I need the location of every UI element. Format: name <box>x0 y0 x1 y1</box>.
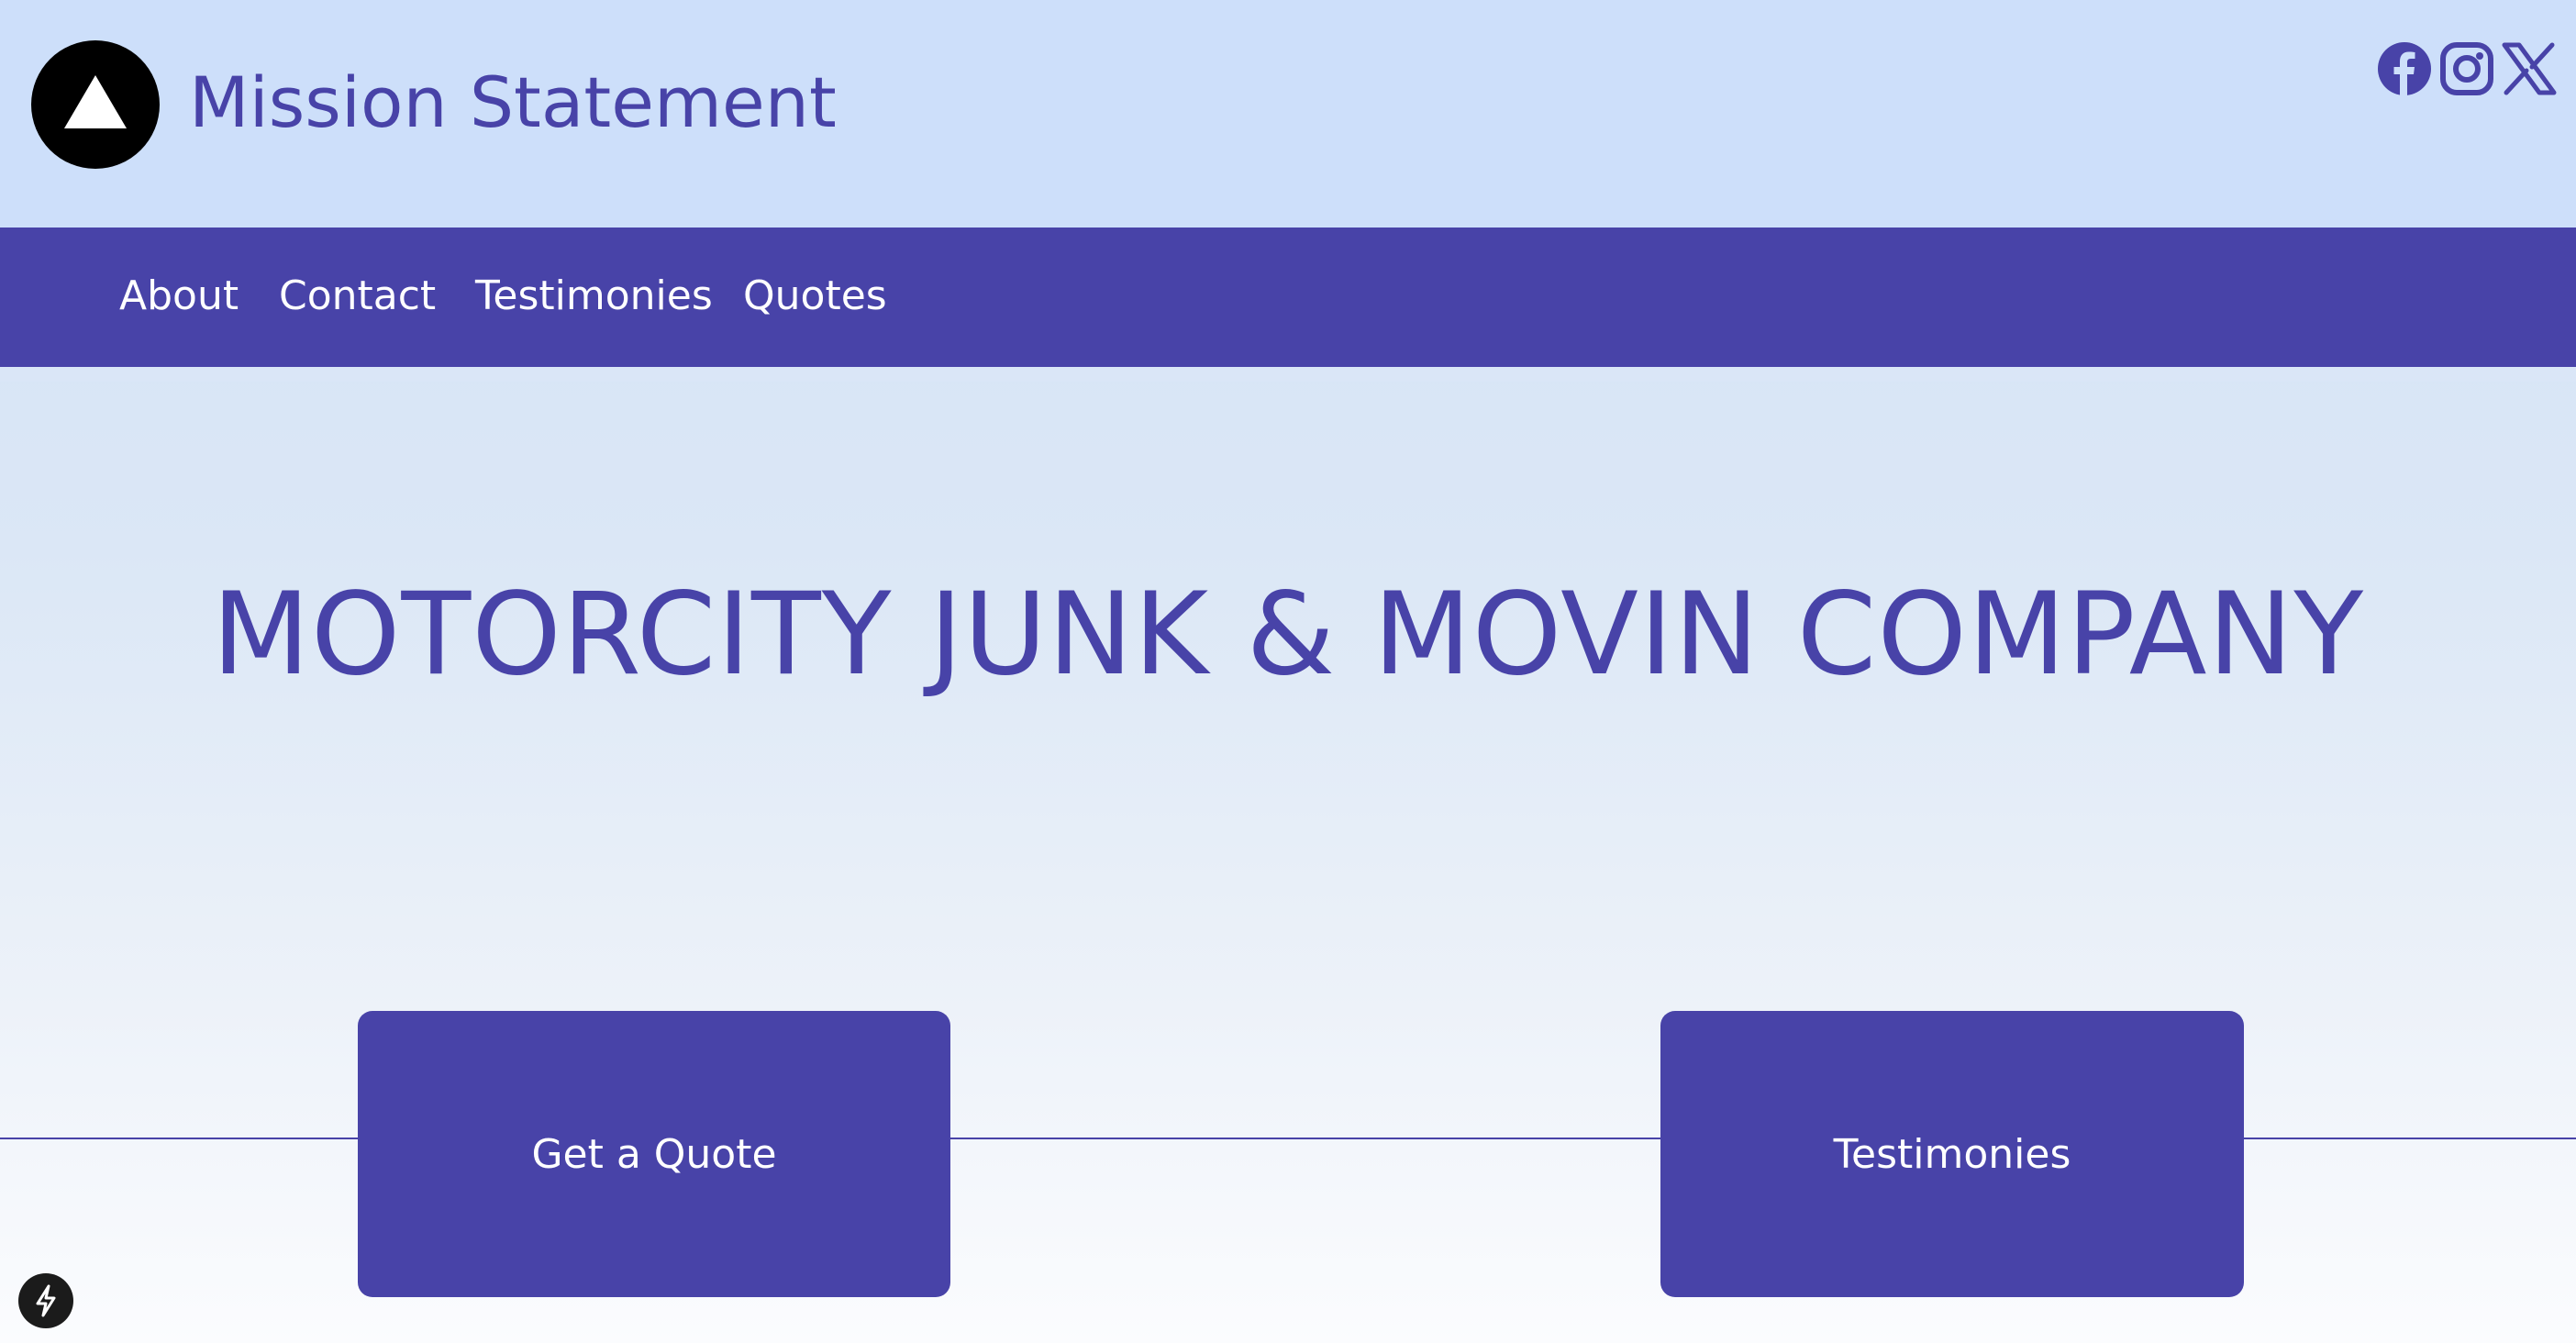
hero-title: MOTORCITY JUNK & MOVIN COMPANY <box>211 569 2365 701</box>
x-icon[interactable] <box>2501 40 2558 97</box>
triangle-logo-icon[interactable] <box>31 40 160 169</box>
facebook-icon[interactable] <box>2376 40 2433 97</box>
lightning-icon[interactable] <box>18 1273 73 1328</box>
get-quote-button[interactable]: Get a Quote <box>358 1011 950 1297</box>
site-header: Mission Statement <box>0 0 2576 228</box>
nav-item-about[interactable]: About <box>119 228 239 367</box>
site-title[interactable]: Mission Statement <box>189 57 837 149</box>
testimonies-button[interactable]: Testimonies <box>1660 1011 2244 1297</box>
main-nav: About Contact Testimonies Quotes <box>0 228 2576 367</box>
nav-shadow-strip <box>0 367 2576 382</box>
nav-item-contact[interactable]: Contact <box>279 228 436 367</box>
nav-item-testimonies[interactable]: Testimonies <box>475 228 713 367</box>
instagram-icon[interactable] <box>2438 40 2495 97</box>
nav-item-quotes[interactable]: Quotes <box>743 228 887 367</box>
